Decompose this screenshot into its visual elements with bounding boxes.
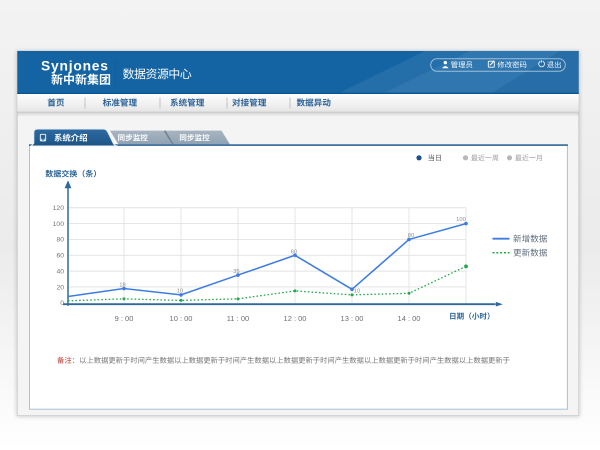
svg-text:40: 40 bbox=[56, 268, 64, 275]
svg-text:9 : 00: 9 : 00 bbox=[115, 314, 134, 323]
svg-text:11 : 00: 11 : 00 bbox=[227, 314, 249, 323]
svg-text:10: 10 bbox=[177, 289, 183, 295]
svg-text:80: 80 bbox=[408, 233, 414, 239]
svg-text:10 : 00: 10 : 00 bbox=[170, 314, 193, 323]
svg-text:Synjones: Synjones bbox=[41, 58, 109, 73]
svg-text:60: 60 bbox=[291, 249, 297, 255]
svg-text:120: 120 bbox=[53, 205, 65, 212]
svg-text:10: 10 bbox=[354, 289, 360, 295]
svg-text:14 : 00: 14 : 00 bbox=[398, 314, 421, 323]
svg-text:80: 80 bbox=[56, 237, 64, 244]
svg-text:12 : 00: 12 : 00 bbox=[284, 314, 307, 323]
svg-text:0: 0 bbox=[60, 300, 64, 307]
svg-text:18: 18 bbox=[119, 283, 125, 289]
svg-text:100: 100 bbox=[456, 217, 466, 223]
svg-text:20: 20 bbox=[56, 284, 64, 291]
svg-text:13 : 00: 13 : 00 bbox=[341, 314, 364, 323]
svg-text:35: 35 bbox=[233, 269, 239, 275]
svg-text:60: 60 bbox=[56, 253, 64, 260]
svg-text:100: 100 bbox=[53, 221, 65, 228]
